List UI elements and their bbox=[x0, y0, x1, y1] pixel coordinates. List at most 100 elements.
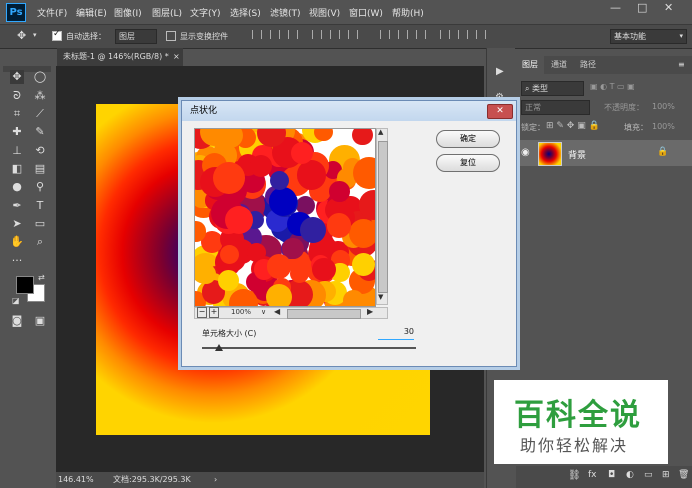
cell-size-slider[interactable] bbox=[202, 347, 416, 349]
menu-view[interactable]: 视图(V) bbox=[309, 6, 340, 19]
filter-kind-dropdown[interactable]: ⌕ 类型 bbox=[521, 81, 584, 96]
menu-layer[interactable]: 图层(L) bbox=[152, 6, 182, 19]
brush-tool-icon[interactable]: ✎ bbox=[33, 125, 47, 139]
horizontal-scroll-thumb[interactable] bbox=[287, 309, 361, 319]
tab-channels[interactable]: 通道 bbox=[545, 56, 573, 74]
new-layer-icon[interactable]: ⊞ bbox=[662, 470, 670, 480]
cell-size-slider-thumb[interactable] bbox=[215, 344, 224, 351]
align-bottom-icon[interactable] bbox=[288, 30, 298, 39]
panel-menu-icon[interactable]: ≡ bbox=[678, 60, 685, 69]
quick-mask-icon[interactable]: ◙ bbox=[10, 314, 24, 328]
opacity-value[interactable]: 100% bbox=[652, 102, 675, 111]
move-tool-icon[interactable]: ✥ bbox=[17, 29, 26, 42]
marquee-tool-icon[interactable]: ◯ bbox=[33, 70, 47, 84]
clone-stamp-tool-icon[interactable]: ⊥ bbox=[10, 144, 24, 158]
adjustment-layer-icon[interactable]: ◐ bbox=[626, 470, 634, 480]
show-transform-checkbox[interactable] bbox=[166, 31, 176, 41]
menu-edit[interactable]: 编辑(E) bbox=[76, 6, 107, 19]
menu-file[interactable]: 文件(F) bbox=[37, 6, 67, 19]
distribute-hcenter-icon[interactable] bbox=[458, 30, 468, 39]
preview-vertical-scrollbar[interactable]: ▲ ▼ bbox=[376, 128, 388, 305]
eyedropper-tool-icon[interactable]: ⟋ bbox=[33, 107, 47, 121]
cell-size-input[interactable]: 30 bbox=[378, 327, 414, 340]
gradient-tool-icon[interactable]: ▤ bbox=[33, 162, 47, 176]
close-tab-icon[interactable]: × bbox=[173, 48, 180, 66]
minimize-button[interactable]: — bbox=[610, 1, 621, 14]
pen-tool-icon[interactable]: ✒ bbox=[10, 199, 24, 213]
chevron-down-icon[interactable]: ▾ bbox=[33, 31, 37, 39]
tab-layers[interactable]: 图层 bbox=[516, 56, 544, 74]
type-tool-icon[interactable]: T bbox=[33, 199, 47, 213]
close-window-button[interactable]: ✕ bbox=[664, 1, 673, 14]
filter-icons[interactable]: ▣ ◐ T ▭ ▣ bbox=[590, 82, 635, 91]
close-dialog-button[interactable]: ✕ bbox=[487, 104, 513, 119]
eye-visibility-icon[interactable]: ◉ bbox=[521, 147, 530, 158]
chevron-down-icon[interactable]: ∨ bbox=[261, 308, 266, 316]
align-vcenter-icon[interactable] bbox=[270, 30, 280, 39]
lock-icons[interactable]: ⊞ ✎ ✥ ▣ 🔒 bbox=[546, 121, 600, 131]
history-panel-icon[interactable]: ▶ bbox=[496, 66, 504, 77]
align-hcenter-icon[interactable] bbox=[330, 30, 340, 39]
distribute-left-icon[interactable] bbox=[440, 30, 450, 39]
fill-value[interactable]: 100% bbox=[652, 122, 675, 131]
path-select-tool-icon[interactable]: ➤ bbox=[10, 217, 24, 231]
more-tools-icon[interactable]: ··· bbox=[10, 254, 24, 268]
screen-mode-icon[interactable]: ▣ bbox=[33, 314, 47, 328]
default-colors-icon[interactable]: ◪ bbox=[12, 296, 20, 305]
history-brush-tool-icon[interactable]: ⟲ bbox=[33, 144, 47, 158]
healing-brush-tool-icon[interactable]: ✚ bbox=[10, 125, 24, 139]
zoom-tool-icon[interactable]: ⌕ bbox=[33, 235, 47, 249]
menu-image[interactable]: 图像(I) bbox=[114, 6, 142, 19]
zoom-level[interactable]: 146.41% bbox=[58, 472, 94, 488]
menu-type[interactable]: 文字(Y) bbox=[190, 6, 221, 19]
auto-select-checkbox[interactable]: ✓ bbox=[52, 29, 62, 41]
status-menu-arrow[interactable]: › bbox=[214, 472, 217, 488]
restore-button[interactable]: □ bbox=[637, 1, 647, 14]
hand-tool-icon[interactable]: ✋ bbox=[10, 235, 24, 249]
zoom-in-icon[interactable]: + bbox=[209, 307, 219, 318]
crop-tool-icon[interactable]: ⌗ bbox=[10, 107, 24, 121]
distribute-right-icon[interactable] bbox=[476, 30, 486, 39]
dialog-title-bar[interactable]: 点状化 ✕ bbox=[182, 101, 516, 121]
preview-image[interactable] bbox=[194, 128, 376, 307]
align-top-icon[interactable] bbox=[252, 30, 262, 39]
arrow-up-icon[interactable]: ▲ bbox=[378, 128, 383, 136]
align-left-icon[interactable] bbox=[312, 30, 322, 39]
arrow-left-icon[interactable]: ◀ bbox=[274, 307, 280, 316]
arrow-right-icon[interactable]: ▶ bbox=[367, 307, 373, 316]
align-right-icon[interactable] bbox=[348, 30, 358, 39]
fx-icon[interactable]: fx bbox=[588, 470, 597, 480]
workspace-dropdown[interactable]: 基本功能 ▾ bbox=[610, 29, 687, 44]
eraser-tool-icon[interactable]: ◧ bbox=[10, 162, 24, 176]
trash-icon[interactable]: 🗑 bbox=[678, 470, 689, 480]
menu-help[interactable]: 帮助(H) bbox=[392, 6, 424, 19]
auto-select-dropdown[interactable]: 图层 bbox=[115, 29, 157, 44]
swap-colors-icon[interactable]: ⇄ bbox=[38, 273, 45, 282]
add-mask-icon[interactable]: ◘ bbox=[608, 470, 615, 480]
blend-mode-dropdown[interactable]: 正常 bbox=[521, 100, 590, 115]
distribute-vcenter-icon[interactable] bbox=[398, 30, 408, 39]
rectangle-tool-icon[interactable]: ▭ bbox=[33, 217, 47, 231]
document-tab[interactable]: 未标题-1 @ 146%(RGB/8) * × bbox=[57, 48, 183, 66]
lasso-tool-icon[interactable]: ᘐ bbox=[10, 89, 24, 103]
menu-select[interactable]: 选择(S) bbox=[230, 6, 261, 19]
link-layers-icon[interactable]: ⛓ bbox=[568, 470, 581, 481]
move-tool-icon[interactable]: ✥ bbox=[10, 70, 24, 84]
menu-filter[interactable]: 滤镜(T) bbox=[270, 6, 301, 19]
arrow-down-icon[interactable]: ▼ bbox=[378, 293, 383, 301]
distribute-bottom-icon[interactable] bbox=[416, 30, 426, 39]
zoom-out-icon[interactable]: − bbox=[197, 307, 207, 318]
menu-window[interactable]: 窗口(W) bbox=[349, 6, 383, 19]
reset-button[interactable]: 复位 bbox=[436, 154, 500, 172]
new-group-icon[interactable]: ▭ bbox=[644, 470, 653, 480]
tab-paths[interactable]: 路径 bbox=[574, 56, 602, 74]
blur-tool-icon[interactable]: ● bbox=[10, 180, 24, 194]
dodge-tool-icon[interactable]: ⚲ bbox=[33, 180, 47, 194]
layer-row-background[interactable]: ◉ 背景 🔒 bbox=[516, 140, 692, 166]
foreground-color-swatch[interactable] bbox=[16, 276, 34, 294]
scroll-thumb[interactable] bbox=[378, 141, 388, 293]
quick-select-tool-icon[interactable]: ⁂ bbox=[33, 89, 47, 103]
ok-button[interactable]: 确定 bbox=[436, 130, 500, 148]
distribute-top-icon[interactable] bbox=[380, 30, 390, 39]
layer-name[interactable]: 背景 bbox=[568, 148, 586, 161]
